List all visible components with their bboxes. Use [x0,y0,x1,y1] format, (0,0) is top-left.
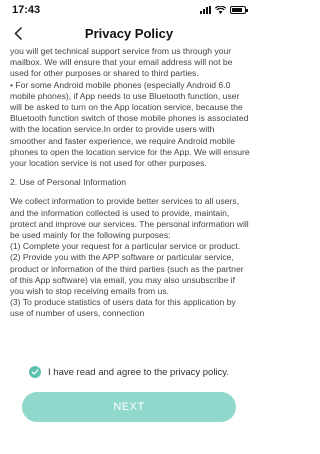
policy-paragraph: • For some Android mobile phones (especi… [10,79,250,169]
status-time: 17:43 [12,4,41,16]
wifi-icon [215,6,226,14]
battery-icon [230,6,248,14]
content-fade [0,336,258,364]
agree-checkbox[interactable] [29,366,42,378]
check-icon [31,369,39,375]
status-bar: 17:43 [0,0,258,20]
next-button[interactable]: NEXT [22,392,236,422]
policy-paragraph: you will get technical support service f… [10,46,233,79]
signal-icon [200,6,211,14]
nav-bar: Privacy Policy [0,20,258,46]
policy-content[interactable]: you will get technical support service f… [0,46,258,362]
page-title: Privacy Policy [84,25,174,41]
back-icon[interactable] [8,23,28,43]
section-heading: 2. Use of Personal Information [10,177,127,188]
status-icons [200,6,248,14]
agree-label: I have read and agree to the privacy pol… [48,366,229,378]
agreement-row[interactable]: I have read and agree to the privacy pol… [0,362,258,382]
policy-paragraph: We collect information to provide better… [10,196,249,319]
